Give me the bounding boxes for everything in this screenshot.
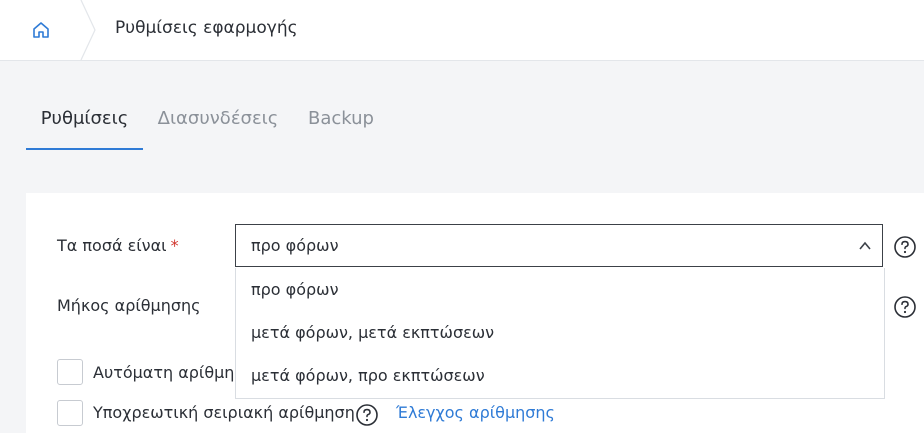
amounts-select[interactable]: προ φόρων	[235, 224, 883, 267]
numbering-length-help-icon[interactable]	[893, 295, 917, 319]
tab-settings[interactable]: Ρυθμίσεις	[26, 94, 143, 150]
tab-integrations[interactable]: Διασυνδέσεις	[153, 94, 283, 148]
home-button[interactable]	[0, 0, 82, 60]
chevron-up-icon	[859, 241, 871, 250]
check-numbering-link[interactable]: Έλεγχος αρίθμησης	[396, 403, 555, 422]
amounts-dropdown-list: προ φόρων μετά φόρων, μετά εκπτώσεων μετ…	[235, 268, 885, 399]
amounts-help-icon[interactable]	[893, 235, 917, 259]
amounts-option-after-tax-before-discount[interactable]: μετά φόρων, προ εκπτώσεων	[236, 354, 884, 397]
numbering-length-label: Μήκος αρίθμησης	[57, 296, 201, 315]
mandatory-serial-label: Υποχρεωτική σειριακή αρίθμηση	[93, 403, 355, 422]
auto-numbering-checkbox[interactable]	[57, 359, 83, 385]
auto-numbering-label: Αυτόματη αρίθμηση	[93, 363, 255, 382]
page-title: Ρυθμίσεις εφαρμογής	[115, 18, 298, 38]
amounts-option-before-tax[interactable]: προ φόρων	[236, 268, 884, 311]
amounts-label-text: Τα ποσά είναι	[57, 236, 167, 255]
mandatory-serial-checkbox[interactable]	[57, 400, 83, 426]
breadcrumb-bar: Ρυθμίσεις εφαρμογής	[0, 0, 924, 61]
tab-backup[interactable]: Backup	[301, 94, 381, 148]
amounts-option-after-tax-after-discount[interactable]: μετά φόρων, μετά εκπτώσεων	[236, 311, 884, 354]
home-icon	[33, 22, 49, 38]
breadcrumb-separator	[80, 0, 96, 60]
amounts-select-value: προ φόρων	[251, 236, 339, 255]
mandatory-serial-help-icon[interactable]	[355, 403, 379, 427]
amounts-label: Τα ποσά είναι *	[57, 236, 179, 255]
required-mark: *	[170, 236, 179, 255]
